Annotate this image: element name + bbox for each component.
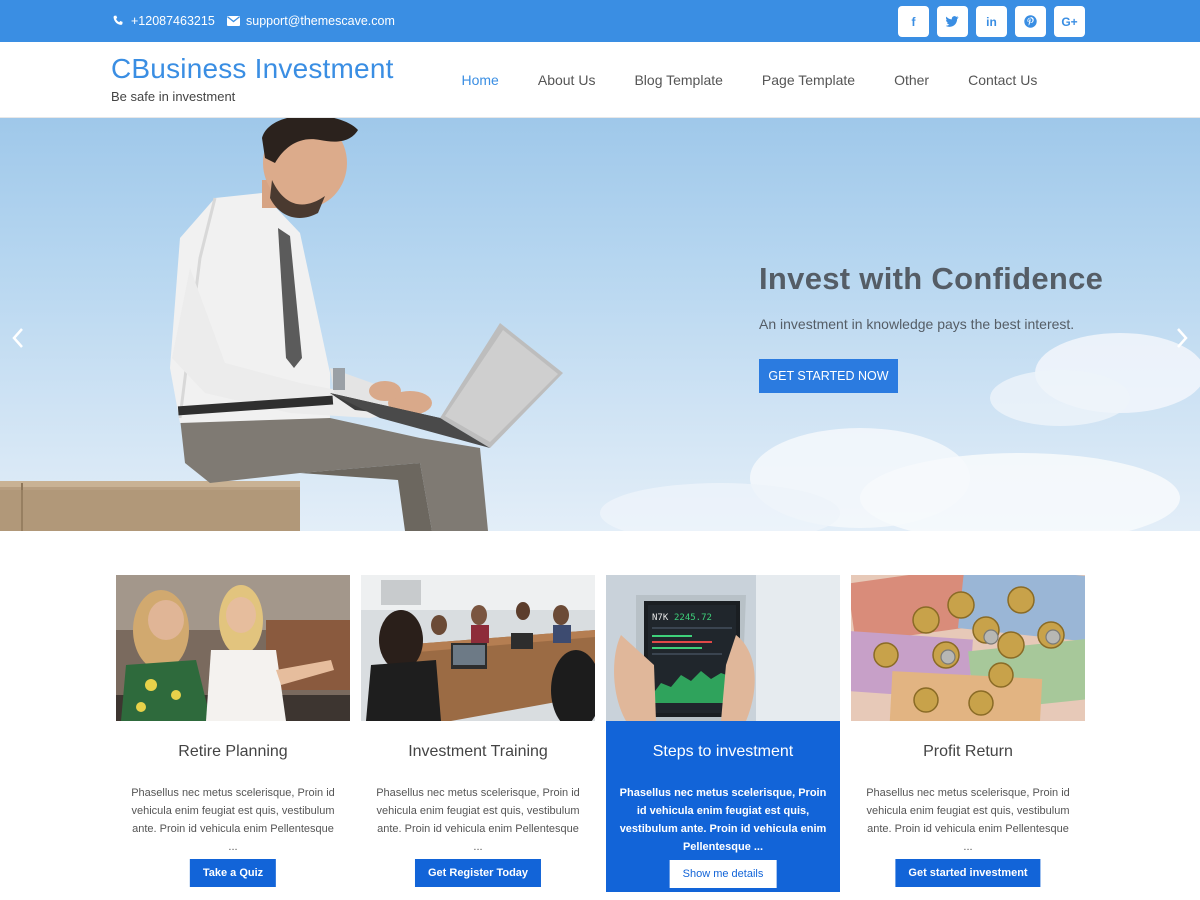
- service-cards: Retire Planning Phasellus nec metus scel…: [116, 575, 1085, 900]
- card-title: Retire Planning: [178, 743, 288, 760]
- take-a-quiz-button[interactable]: Take a Quiz: [189, 859, 277, 887]
- site-brand[interactable]: CBusiness Investment Be safe in investme…: [111, 53, 394, 104]
- get-started-button[interactable]: GET STARTED NOW: [759, 359, 898, 393]
- nav-item-contact-us[interactable]: Contact Us: [949, 72, 1057, 88]
- email-address: support@themescave.com: [246, 14, 395, 28]
- google-plus-icon[interactable]: G+: [1054, 6, 1085, 37]
- card-title: Steps to investment: [652, 743, 794, 760]
- hero-slider: Invest with Confidence An investment in …: [0, 118, 1200, 531]
- phone-number: +12087463215: [131, 14, 215, 28]
- linkedin-icon[interactable]: in: [976, 6, 1007, 37]
- social-links: f in G+: [898, 6, 1085, 37]
- card-image-retire-planning: [116, 575, 350, 721]
- top-bar: +12087463215 support@themescave.com f in…: [0, 0, 1200, 42]
- hero-title: Invest with Confidence: [759, 261, 1104, 296]
- card-body: Steps to investment Phasellus nec metus …: [606, 721, 840, 892]
- nav-item-page-template[interactable]: Page Template: [742, 72, 874, 88]
- show-me-details-button[interactable]: Show me details: [669, 860, 777, 888]
- card-text: Phasellus nec metus scelerisque, Proin i…: [866, 787, 1070, 853]
- card-image-investment-training: [361, 575, 595, 721]
- twitter-icon[interactable]: [937, 6, 968, 37]
- service-card-steps-to-investment: N7K 2245.72 Steps to investment Phasellu…: [606, 575, 840, 892]
- main-nav: Home About Us Blog Template Page Templat…: [442, 42, 1057, 118]
- card-text: Phasellus nec metus scelerisque, Proin i…: [131, 787, 335, 853]
- slider-prev-arrow[interactable]: [8, 323, 28, 353]
- contact-phone[interactable]: +12087463215: [111, 0, 215, 42]
- nav-item-home[interactable]: Home: [442, 72, 518, 88]
- slider-next-arrow[interactable]: [1172, 323, 1192, 353]
- card-title: Profit Return: [923, 743, 1013, 760]
- card-text: Phasellus nec metus scelerisque, Proin i…: [619, 787, 827, 853]
- phone-icon: [111, 14, 125, 28]
- service-card-profit-return: Profit Return Phasellus nec metus sceler…: [851, 575, 1085, 892]
- svg-text:2245.72: 2245.72: [674, 613, 712, 623]
- card-title: Investment Training: [408, 743, 548, 760]
- card-image-steps-to-investment: N7K 2245.72: [606, 575, 840, 721]
- nav-item-other[interactable]: Other: [875, 72, 949, 88]
- facebook-icon[interactable]: f: [898, 6, 929, 37]
- site-title[interactable]: CBusiness Investment: [111, 53, 394, 85]
- service-card-investment-training: Investment Training Phasellus nec metus …: [361, 575, 595, 892]
- site-header: CBusiness Investment Be safe in investme…: [0, 42, 1200, 118]
- card-image-profit-return: [851, 575, 1085, 721]
- pinterest-icon[interactable]: [1015, 6, 1046, 37]
- card-body: Retire Planning Phasellus nec metus scel…: [116, 721, 350, 892]
- card-body: Profit Return Phasellus nec metus sceler…: [851, 721, 1085, 892]
- nav-item-blog-template[interactable]: Blog Template: [615, 72, 742, 88]
- get-started-investment-button[interactable]: Get started investment: [895, 859, 1041, 887]
- svg-text:N7K: N7K: [652, 613, 669, 623]
- nav-item-about-us[interactable]: About Us: [518, 72, 615, 88]
- envelope-icon: [226, 14, 240, 28]
- hero-subtitle: An investment in knowledge pays the best…: [759, 316, 1075, 332]
- card-text: Phasellus nec metus scelerisque, Proin i…: [376, 787, 580, 853]
- service-card-retire-planning: Retire Planning Phasellus nec metus scel…: [116, 575, 350, 892]
- get-register-today-button[interactable]: Get Register Today: [414, 859, 542, 887]
- card-body: Investment Training Phasellus nec metus …: [361, 721, 595, 892]
- site-tagline: Be safe in investment: [111, 89, 236, 104]
- contact-email[interactable]: support@themescave.com: [226, 0, 395, 42]
